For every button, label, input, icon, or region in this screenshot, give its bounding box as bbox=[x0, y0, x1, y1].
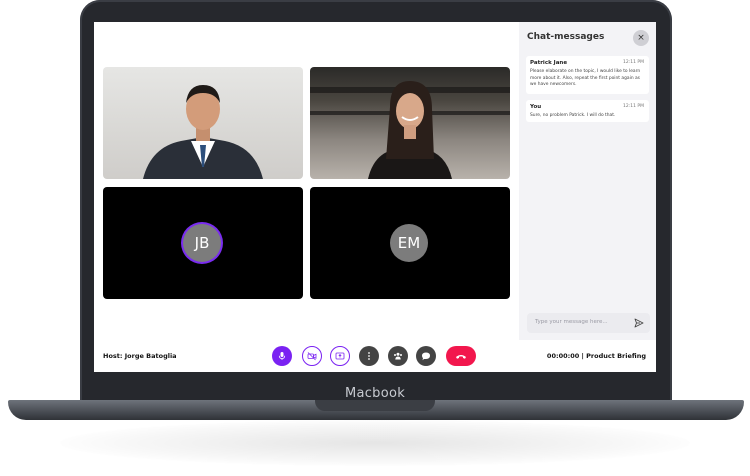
participant-photo bbox=[143, 85, 263, 179]
send-icon[interactable] bbox=[634, 318, 644, 328]
participants-icon bbox=[394, 352, 402, 360]
chat-input-placeholder: Type your message here... bbox=[535, 319, 608, 325]
more-icon bbox=[368, 352, 370, 360]
laptop-shadow bbox=[60, 420, 690, 466]
camera-off-icon bbox=[307, 352, 317, 361]
chat-message: You 12:11 PM Sure, no problem Patrick. I… bbox=[526, 100, 649, 122]
message-text: Please elaborate on the topic, I would l… bbox=[530, 69, 641, 87]
message-time: 12:11 PM bbox=[623, 104, 644, 109]
end-call-icon bbox=[456, 355, 466, 359]
chat-toggle-button[interactable] bbox=[416, 346, 436, 366]
participants-button[interactable] bbox=[388, 346, 408, 366]
chat-message: Patrick Jane 12:11 PM Please elaborate o… bbox=[526, 56, 649, 94]
chat-message-input[interactable]: Type your message here... bbox=[527, 313, 650, 333]
camera-toggle-button[interactable] bbox=[302, 346, 322, 366]
message-text: Sure, no problem Patrick. I will do that… bbox=[530, 113, 616, 118]
participant-audio-tile[interactable]: EM bbox=[310, 187, 510, 299]
message-time: 12:11 PM bbox=[623, 60, 644, 65]
chat-title: Chat-messages bbox=[527, 32, 605, 42]
avatar: JB bbox=[183, 224, 221, 262]
more-options-button[interactable] bbox=[359, 346, 379, 366]
chat-panel: Chat-messages × Patrick Jane 12:11 PM Pl… bbox=[519, 22, 656, 340]
chat-icon bbox=[422, 352, 430, 361]
share-screen-button[interactable] bbox=[330, 346, 350, 366]
microphone-button[interactable] bbox=[272, 346, 292, 366]
participant-video-tile[interactable] bbox=[310, 67, 510, 179]
call-control-bar: Host: Jorge Batoglia 00:00:00 | Product … bbox=[94, 340, 656, 372]
participant-video-tile[interactable] bbox=[103, 67, 303, 179]
participant-photo bbox=[368, 81, 452, 179]
participant-audio-tile[interactable]: JB bbox=[103, 187, 303, 299]
laptop-notch bbox=[315, 400, 435, 411]
share-screen-icon bbox=[335, 352, 345, 360]
session-status: 00:00:00 | Product Briefing bbox=[546, 352, 646, 360]
close-icon[interactable]: × bbox=[633, 30, 649, 46]
laptop-brand-label: Macbook bbox=[344, 386, 406, 401]
video-call-screen: JB EM Chat-messages × Patrick Jane 12:11… bbox=[94, 22, 656, 372]
end-call-button[interactable] bbox=[446, 346, 476, 366]
avatar: EM bbox=[390, 224, 428, 262]
host-label: Host: Jorge Batoglia bbox=[103, 352, 177, 360]
microphone-icon bbox=[278, 352, 286, 360]
